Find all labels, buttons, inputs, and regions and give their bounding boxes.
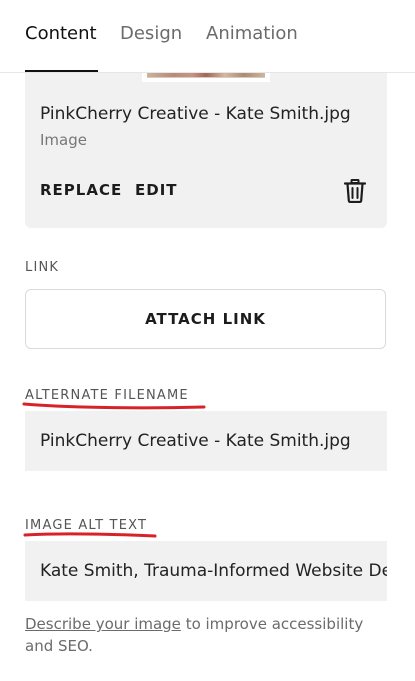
- replace-button[interactable]: REPLACE: [40, 179, 122, 201]
- tab-animation[interactable]: Animation: [206, 22, 298, 46]
- image-alt-text-input[interactable]: Kate Smith, Trauma-Informed Website Desi…: [25, 541, 387, 601]
- image-thumbnail-edge: [147, 77, 265, 78]
- attach-link-button[interactable]: ATTACH LINK: [25, 289, 386, 349]
- tab-design[interactable]: Design: [120, 22, 182, 46]
- link-section-label: LINK: [25, 260, 60, 275]
- active-tab-indicator: [25, 70, 98, 72]
- alternate-filename-input[interactable]: PinkCherry Creative - Kate Smith.jpg: [25, 411, 387, 471]
- edit-button[interactable]: EDIT: [135, 179, 178, 201]
- describe-your-image-link[interactable]: Describe your image: [25, 615, 181, 633]
- image-file-name: PinkCherry Creative - Kate Smith.jpg: [40, 104, 351, 124]
- trash-icon[interactable]: [344, 179, 366, 203]
- image-thumbnail[interactable]: [142, 73, 270, 82]
- image-card: PinkCherry Creative - Kate Smith.jpg Ima…: [25, 73, 387, 228]
- image-alt-text-label: IMAGE ALT TEXT: [25, 518, 148, 533]
- tab-bar: Content Design Animation: [0, 0, 415, 73]
- image-file-type: Image: [40, 131, 87, 149]
- alt-text-help: Describe your image to improve accessibi…: [25, 613, 395, 657]
- alternate-filename-label: ALTERNATE FILENAME: [25, 388, 189, 403]
- tab-content[interactable]: Content: [25, 22, 97, 46]
